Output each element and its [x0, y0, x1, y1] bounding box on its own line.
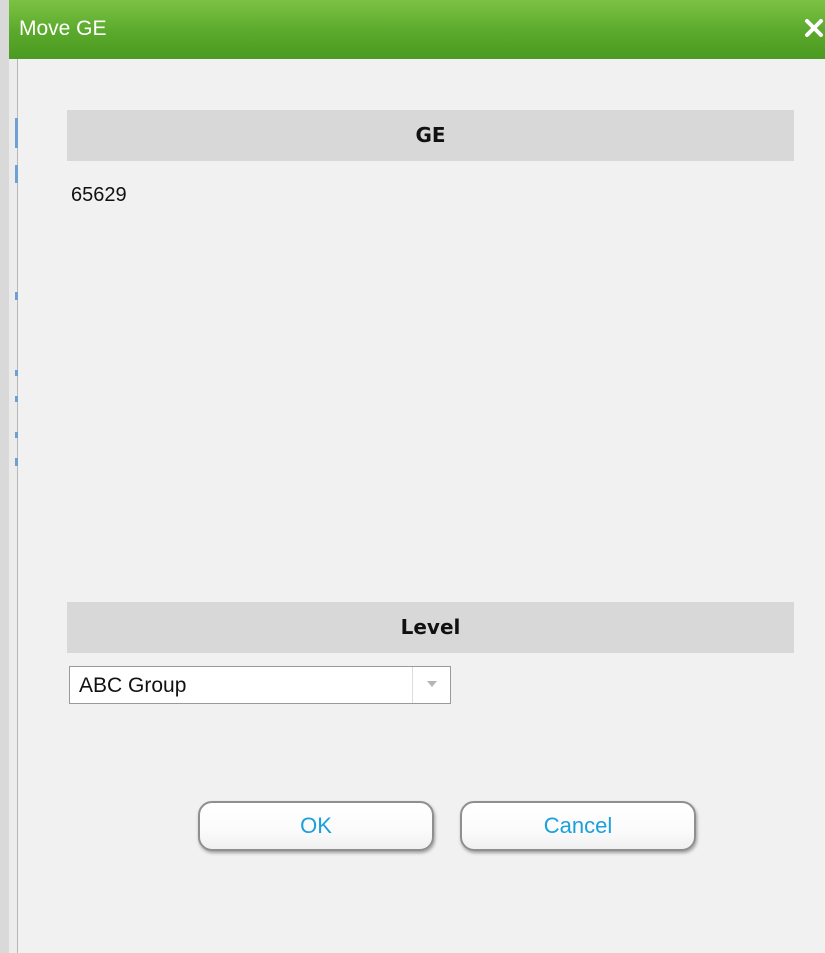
dialog-title: Move GE: [19, 17, 107, 40]
edge-mark: [15, 432, 18, 438]
chevron-down-icon: [413, 680, 450, 688]
edge-mark: [15, 458, 18, 466]
level-select-toggle[interactable]: [412, 667, 450, 703]
edge-mark: [15, 370, 18, 376]
edge-mark: [15, 396, 18, 402]
close-button[interactable]: [802, 12, 825, 42]
cancel-button[interactable]: Cancel: [460, 801, 696, 851]
background-window-edge: [9, 0, 18, 953]
level-select[interactable]: ABC Group: [69, 666, 451, 704]
level-section-header: Level: [67, 602, 794, 653]
close-icon[interactable]: [802, 12, 825, 42]
edge-mark: [15, 165, 18, 183]
move-ge-dialog: Move GE GE 65629 Level ABC Group OK Canc…: [0, 0, 825, 953]
edge-mark: [15, 292, 18, 300]
ge-value: 65629: [71, 184, 127, 206]
level-select-value: ABC Group: [79, 674, 187, 697]
dialog-titlebar[interactable]: Move GE: [9, 0, 825, 59]
edge-mark: [15, 118, 18, 148]
ge-section-header: GE: [67, 110, 794, 161]
ok-button[interactable]: OK: [198, 801, 434, 851]
